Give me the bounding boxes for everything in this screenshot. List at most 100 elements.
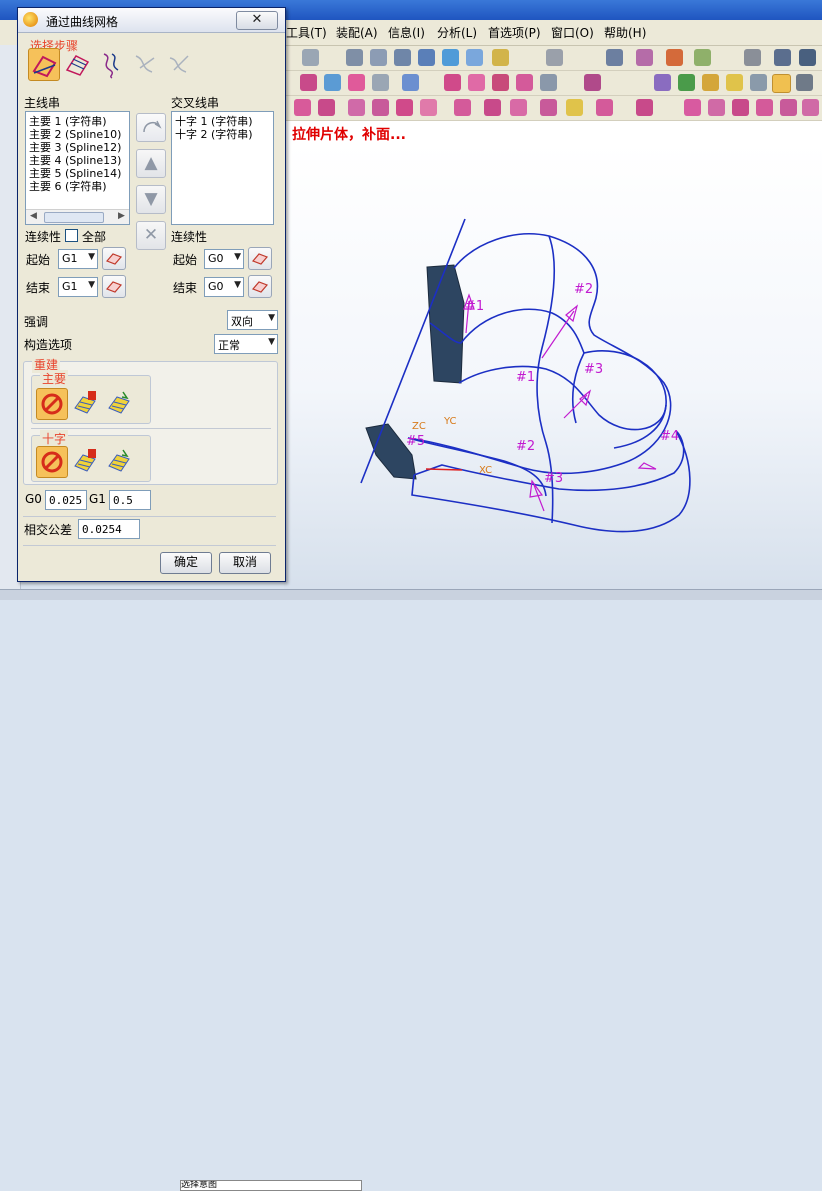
reverse-direction-button[interactable] bbox=[136, 113, 166, 142]
step-finish-button[interactable] bbox=[164, 48, 194, 79]
spline-icon[interactable] bbox=[396, 99, 413, 116]
menu-info[interactable]: 信息(I) bbox=[388, 24, 425, 41]
construct-option-select[interactable]: 正常 ▼ bbox=[214, 334, 278, 354]
intersect-icon[interactable] bbox=[684, 99, 701, 116]
select-tool-icon[interactable] bbox=[302, 49, 319, 66]
section-curve-icon[interactable] bbox=[708, 99, 725, 116]
g1-tolerance-field[interactable] bbox=[110, 491, 150, 509]
trim-curve-icon[interactable] bbox=[566, 99, 583, 116]
step-primary-curves-button[interactable] bbox=[28, 48, 60, 81]
list-item[interactable]: 主要 3 (Spline12) bbox=[26, 141, 129, 154]
rebuild-cross-auto-button[interactable] bbox=[104, 446, 134, 476]
cross-end-face-button[interactable] bbox=[248, 275, 272, 298]
g0-tolerance-field[interactable] bbox=[46, 491, 86, 509]
rebuild-primary-degree-button[interactable] bbox=[70, 388, 100, 418]
intersect-tolerance-input[interactable] bbox=[78, 519, 140, 539]
list-item[interactable]: 主要 6 (字符串) bbox=[26, 180, 129, 193]
sew-tool-icon[interactable] bbox=[516, 74, 533, 91]
emphasis-select[interactable]: 双向 ▼ bbox=[227, 310, 278, 330]
menu-tools[interactable]: 工具(T) bbox=[286, 24, 327, 41]
analysis-tool-icon[interactable] bbox=[654, 74, 671, 91]
offset-curve-icon[interactable] bbox=[540, 99, 557, 116]
menu-help[interactable]: 帮助(H) bbox=[604, 24, 646, 41]
close-button[interactable]: ✕ bbox=[236, 11, 278, 30]
isoparam-icon[interactable] bbox=[732, 99, 749, 116]
pan-icon[interactable] bbox=[442, 49, 459, 66]
zoom-window-icon[interactable] bbox=[370, 49, 387, 66]
cross-end-select[interactable]: G0 ▼ bbox=[204, 277, 244, 297]
feature-icon[interactable] bbox=[694, 49, 711, 66]
g1-tolerance-input[interactable] bbox=[109, 490, 151, 510]
list-item[interactable]: 主要 1 (字符串) bbox=[26, 115, 129, 128]
point-icon[interactable] bbox=[318, 99, 335, 116]
move-up-button[interactable]: ▲ bbox=[136, 149, 166, 178]
edit-tool-icon[interactable] bbox=[372, 74, 389, 91]
tool-b-icon[interactable] bbox=[774, 49, 791, 66]
check-tool-icon[interactable] bbox=[678, 74, 695, 91]
divide-icon[interactable] bbox=[596, 99, 613, 116]
cancel-button[interactable]: 取消 bbox=[219, 552, 271, 574]
view-orient-icon[interactable] bbox=[466, 49, 483, 66]
offset-tool-icon[interactable] bbox=[468, 74, 485, 91]
primary-strings-list[interactable]: 主要 1 (字符串) 主要 2 (Spline10) 主要 3 (Spline1… bbox=[25, 111, 130, 225]
display-tool-icon[interactable] bbox=[750, 74, 767, 91]
menu-preferences[interactable]: 首选项(P) bbox=[488, 24, 541, 41]
selection-intent-dropdown[interactable]: 选择意图 bbox=[180, 1180, 362, 1191]
graphics-window[interactable]: #1 #2 #3 #4 #5 #1 #2 #3 #4 #5 ZC YC XC bbox=[284, 143, 822, 589]
shade-tool-icon[interactable] bbox=[796, 74, 813, 91]
arc-icon[interactable] bbox=[372, 99, 389, 116]
x-tool-icon[interactable] bbox=[540, 74, 557, 91]
display-mode-icon[interactable] bbox=[546, 49, 563, 66]
primary-start-select[interactable]: G1 ▼ bbox=[58, 249, 98, 269]
step-surface-button[interactable] bbox=[130, 48, 160, 79]
fit-spline-icon[interactable] bbox=[420, 99, 437, 116]
rebuild-primary-none-button[interactable] bbox=[36, 388, 68, 420]
dialog-title-bar[interactable]: 通过曲线网格 ✕ bbox=[18, 8, 285, 33]
extend-tool-icon[interactable] bbox=[444, 74, 461, 91]
sketch-icon[interactable] bbox=[294, 99, 311, 116]
mesh-tool-icon[interactable] bbox=[348, 74, 365, 91]
remove-button[interactable]: ✕ bbox=[136, 221, 166, 250]
list-item[interactable]: 主要 2 (Spline10) bbox=[26, 128, 129, 141]
rebuild-primary-auto-button[interactable] bbox=[104, 388, 134, 418]
primary-start-face-button[interactable] bbox=[102, 247, 126, 270]
g0-tolerance-input[interactable] bbox=[45, 490, 87, 510]
menu-assembly[interactable]: 装配(A) bbox=[336, 24, 378, 41]
section-tool-icon[interactable] bbox=[726, 74, 743, 91]
helix-icon[interactable] bbox=[756, 99, 773, 116]
block-icon[interactable] bbox=[666, 49, 683, 66]
line-icon[interactable] bbox=[348, 99, 365, 116]
cross-start-face-button[interactable] bbox=[248, 247, 272, 270]
menu-analysis[interactable]: 分析(L) bbox=[437, 24, 477, 41]
list-item[interactable]: 十字 1 (字符串) bbox=[172, 115, 273, 128]
list-item[interactable]: 主要 4 (Spline13) bbox=[26, 154, 129, 167]
primary-end-face-button[interactable] bbox=[102, 275, 126, 298]
bridge-icon[interactable] bbox=[484, 99, 501, 116]
active-tool-icon[interactable] bbox=[772, 74, 791, 93]
corner-icon[interactable] bbox=[780, 99, 797, 116]
join-icon[interactable] bbox=[510, 99, 527, 116]
rotate-icon[interactable] bbox=[418, 49, 435, 66]
primary-list-scrollbar[interactable]: ◀ ▶ bbox=[26, 209, 129, 224]
step-cross-curves-button[interactable] bbox=[62, 48, 92, 79]
color-icon[interactable] bbox=[636, 49, 653, 66]
primary-end-select[interactable]: G1 ▼ bbox=[58, 277, 98, 297]
model-graphics[interactable]: #1 #2 #3 #4 #5 #1 #2 #3 #4 #5 ZC YC XC bbox=[284, 143, 822, 589]
trim-tool-icon[interactable] bbox=[492, 74, 509, 91]
step-spine-button[interactable] bbox=[96, 48, 126, 79]
list-item[interactable]: 主要 5 (Spline14) bbox=[26, 167, 129, 180]
snap-tool-icon[interactable] bbox=[584, 74, 601, 91]
blend-tool-icon[interactable] bbox=[402, 74, 419, 91]
shaded-icon[interactable] bbox=[492, 49, 509, 66]
project-icon[interactable] bbox=[454, 99, 471, 116]
zoom-icon[interactable] bbox=[394, 49, 411, 66]
all-checkbox[interactable] bbox=[65, 229, 78, 242]
extract-icon[interactable] bbox=[636, 99, 653, 116]
frame-icon[interactable] bbox=[802, 99, 819, 116]
list-item[interactable]: 十字 2 (字符串) bbox=[172, 128, 273, 141]
surface-tool-icon[interactable] bbox=[324, 74, 341, 91]
cross-strings-list[interactable]: 十字 1 (字符串) 十字 2 (字符串) bbox=[171, 111, 274, 225]
scroll-left-icon[interactable]: ◀ bbox=[30, 211, 37, 221]
cross-start-select[interactable]: G0 ▼ bbox=[204, 249, 244, 269]
intersect-tolerance-field[interactable] bbox=[79, 520, 139, 538]
